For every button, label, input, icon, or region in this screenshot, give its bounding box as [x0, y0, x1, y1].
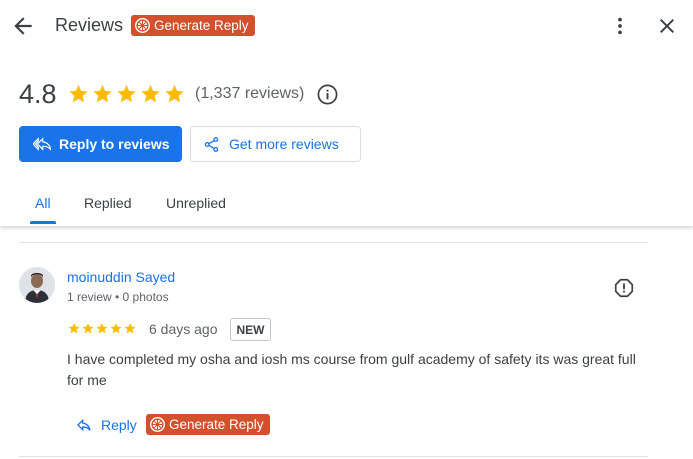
more-options-icon[interactable] [609, 14, 631, 38]
star-icon [93, 84, 112, 103]
star-icon [124, 323, 136, 334]
overall-rating: 4.8 [19, 79, 57, 109]
reply-to-reviews-button[interactable]: Reply to reviews [19, 126, 182, 162]
reply-button[interactable]: Reply [76, 417, 137, 433]
star-icon [68, 323, 80, 334]
generate-reply-button-header[interactable]: Generate Reply [131, 15, 255, 36]
tab-unreplied[interactable]: Unreplied [166, 195, 226, 236]
active-tab-indicator [30, 221, 56, 224]
generate-reply-label: Generate Reply [154, 18, 249, 33]
review-count: (1,337 reviews) [195, 85, 305, 102]
generate-reply-button-review[interactable]: Generate Reply [146, 414, 270, 435]
new-badge: NEW [230, 318, 271, 341]
reply-to-reviews-label: Reply to reviews [59, 136, 170, 152]
review-date: 6 days ago [149, 321, 218, 337]
star-icon [110, 323, 122, 334]
report-review-icon[interactable] [613, 277, 635, 299]
star-icon [96, 323, 108, 334]
reply-icon [77, 418, 91, 432]
tab-replied[interactable]: Replied [84, 195, 131, 236]
star-icon [69, 84, 88, 103]
divider [19, 242, 648, 243]
reviewer-name[interactable]: moinuddin Sayed [67, 269, 175, 285]
share-icon [204, 136, 219, 152]
review-text: I have completed my osha and iosh ms cou… [67, 351, 636, 388]
reviews-panel: Reviews Generate Reply 4.8 (1,337 review… [0, 0, 693, 459]
overall-star-rating [67, 83, 186, 105]
star-icon [82, 323, 94, 334]
get-more-reviews-button[interactable]: Get more reviews [190, 126, 361, 162]
get-more-reviews-label: Get more reviews [229, 136, 339, 152]
reviewer-meta: 1 review • 0 photos [67, 290, 169, 304]
review-star-rating [67, 322, 137, 335]
reviewer-avatar[interactable] [19, 267, 55, 303]
tab-all[interactable]: All [35, 195, 51, 236]
page-title: Reviews [55, 15, 124, 35]
reply-all-icon [33, 137, 51, 151]
divider [19, 456, 648, 457]
generate-reply-logo-icon [150, 417, 165, 432]
reply-label: Reply [101, 417, 137, 433]
star-icon [141, 84, 160, 103]
star-icon [165, 84, 184, 103]
generate-reply-logo-icon [135, 18, 150, 33]
back-arrow-icon[interactable] [10, 13, 36, 39]
info-icon[interactable] [316, 83, 339, 106]
generate-reply-label: Generate Reply [169, 417, 264, 432]
star-icon [117, 84, 136, 103]
avatar-photo [19, 267, 55, 303]
reviews-header-panel: Reviews Generate Reply 4.8 (1,337 review… [0, 0, 693, 226]
close-icon[interactable] [655, 14, 679, 38]
